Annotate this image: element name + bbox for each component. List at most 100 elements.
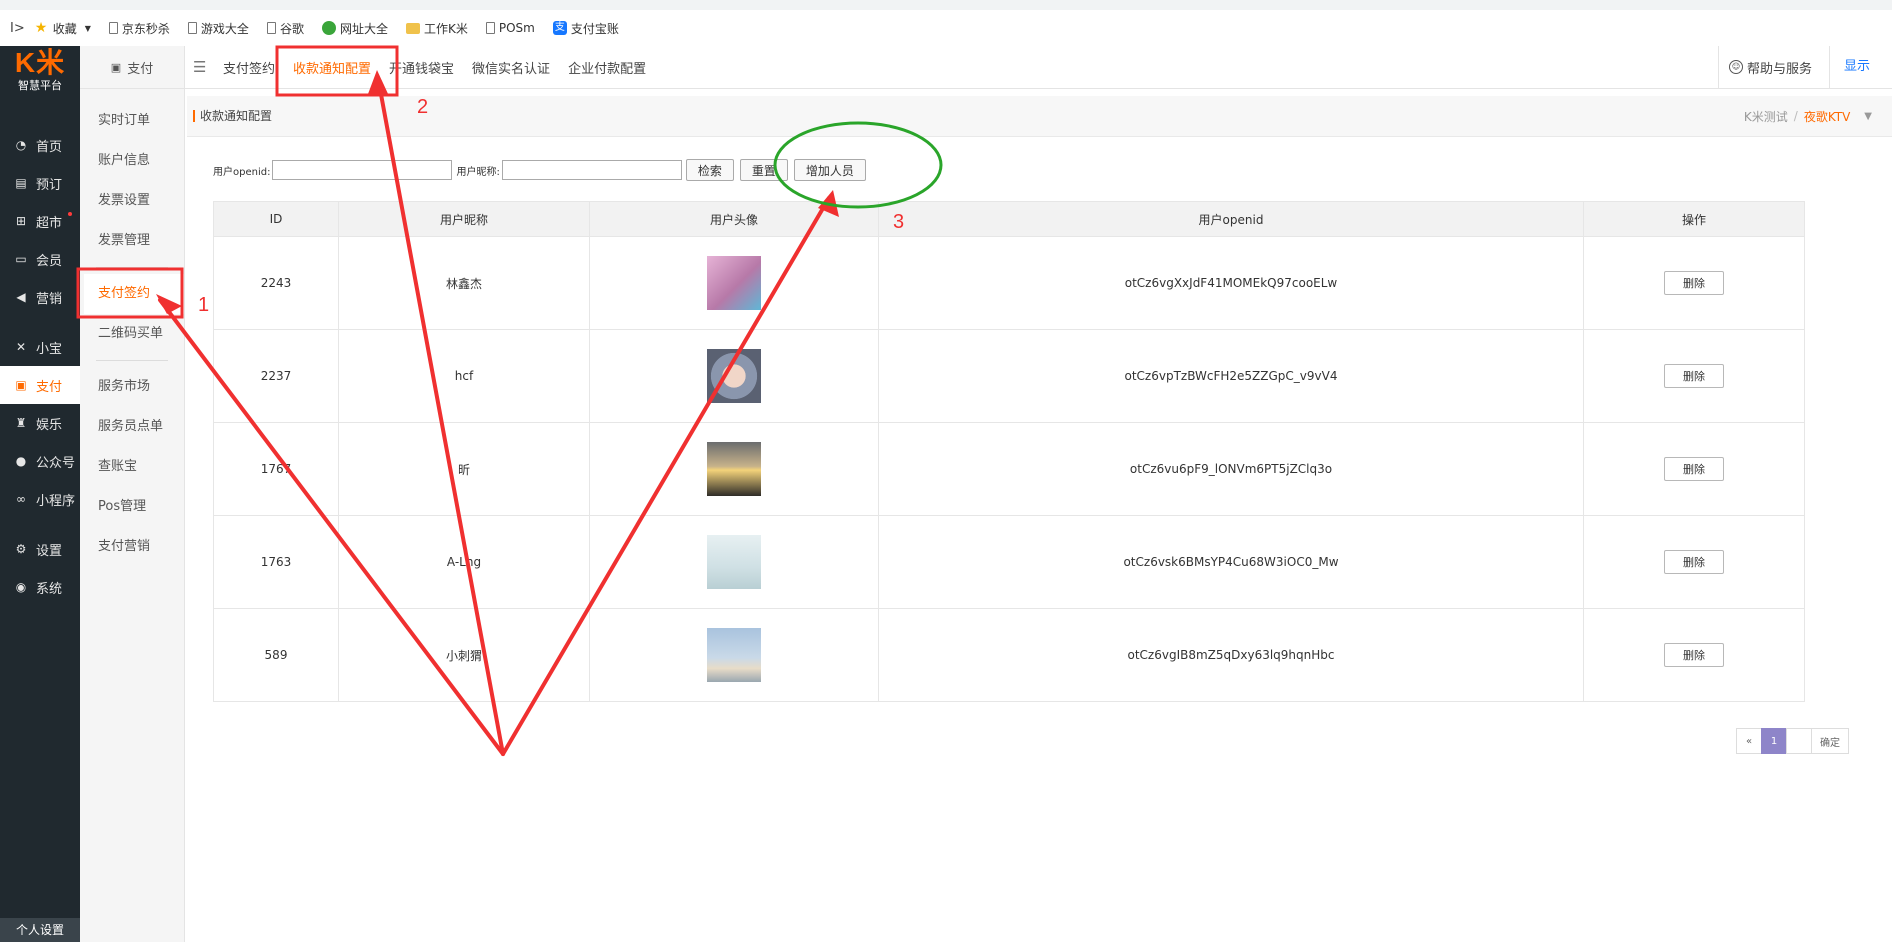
nav-item-entertainment[interactable]: ♜ 娱乐 [0, 404, 80, 442]
xiaobao-icon: ✕ [15, 340, 27, 354]
col-id: ID [213, 201, 339, 237]
wechat-icon: ● [15, 454, 27, 468]
reset-button[interactable]: 重置 [739, 159, 788, 181]
subnav-header: ▣ 支付 [80, 46, 184, 89]
tab-enterprise-pay[interactable]: 企业付款配置 [568, 58, 646, 77]
subnav-item-invoice-manage[interactable]: 发票管理 [80, 221, 184, 261]
table-row: 1763 A-Lng otCz6vsk6BMsYP4Cu68W3iOC0_Mw … [213, 515, 1805, 609]
sidebar-toggle-icon[interactable]: I> [10, 21, 25, 36]
reserve-icon: ▤ [15, 176, 27, 190]
page-1-button[interactable]: 1 [1761, 728, 1787, 754]
delete-button[interactable]: 删除 [1664, 550, 1724, 574]
folder-icon [405, 22, 420, 34]
col-action: 操作 [1583, 201, 1805, 237]
bookmark-jd[interactable]: 京东秒杀 [108, 20, 170, 37]
nickname-input[interactable] [501, 160, 682, 180]
delete-button[interactable]: 删除 [1664, 457, 1724, 481]
tab-pay-sign[interactable]: 支付签约 [223, 58, 275, 77]
table-row: 2237 hcf otCz6vpTzBWcFH2e5ZZGpC_v9vV4 删除 [213, 329, 1805, 423]
avatar [707, 349, 761, 403]
page-input[interactable] [1786, 728, 1812, 754]
subnav-item-qrcode-pay[interactable]: 二维码买单 [80, 314, 184, 354]
menu-icon[interactable]: ☰ [193, 58, 209, 76]
bookmark-favorites[interactable]: ★ 收藏 ▼ [35, 20, 91, 37]
avatar [707, 628, 761, 682]
star-icon: ★ [34, 20, 48, 36]
bookmark-games[interactable]: 游戏大全 [187, 20, 249, 37]
miniprogram-icon: ∞ [16, 492, 26, 506]
nav-item-marketing[interactable]: ◀ 营销 [0, 278, 80, 316]
subnav-item-service-market[interactable]: 服务市场 [80, 367, 184, 407]
search-button[interactable]: 检索 [685, 159, 734, 181]
nav-item-reserve[interactable]: ▤ 预订 [0, 164, 80, 202]
bookmark-work[interactable]: 工作K米 [405, 20, 468, 37]
subnav-item-account-info[interactable]: 账户信息 [80, 141, 184, 181]
bookmark-pos[interactable]: POSm [485, 21, 535, 35]
prev-page-button[interactable]: « [1736, 728, 1762, 754]
bookmarks-bar: I> ★ 收藏 ▼ 京东秒杀 游戏大全 谷歌 网址大全 工作K米 POSm 支支付宝… [0, 10, 1892, 47]
add-member-button[interactable]: 增加人员 [793, 159, 866, 181]
subnav-item-pay-sign[interactable]: 支付签约 [84, 274, 184, 314]
chevron-down-icon[interactable]: ▼ [1864, 111, 1872, 122]
nav-item-system[interactable]: ◉ 系统 [0, 568, 80, 606]
tab-payment-notify[interactable]: 收款通知配置 [293, 58, 371, 77]
page-titlebar: 收款通知配置 K米测试 / 夜歌KTV ▼ [187, 96, 1892, 137]
avatar [707, 442, 761, 496]
page-icon [108, 22, 118, 34]
system-icon: ◉ [15, 580, 27, 594]
nav-item-wechat[interactable]: ● 公众号 [0, 442, 80, 480]
breadcrumb: K米测试 / 夜歌KTV ▼ [1743, 108, 1872, 125]
bookmark-alipay[interactable]: 支支付宝账 [552, 20, 619, 37]
col-nickname: 用户昵称 [338, 201, 590, 237]
entertainment-icon: ♜ [15, 416, 27, 430]
breadcrumb-store[interactable]: 夜歌KTV [1804, 108, 1850, 125]
settings-icon: ⚙ [15, 542, 27, 556]
card-icon: ▭ [15, 252, 27, 266]
page-icon [266, 22, 276, 34]
members-table: ID 用户昵称 用户头像 用户openid 操作 2243 林鑫杰 otCz6v… [213, 201, 1805, 702]
help-icon: ☺ [1728, 60, 1743, 74]
logo[interactable]: K米 智慧平台 [0, 46, 80, 106]
nav-item-home[interactable]: ◔ 首页 [0, 126, 80, 164]
pagination: « 1 确定 [1736, 728, 1849, 754]
main-nav: K米 智慧平台 ◔ 首页 ▤ 预订 ⊞ 超市 ▭ 会员 ◀ 营销 ✕ 小宝 ▣ 支付 ♜ 娱乐 … [0, 46, 80, 942]
go-button[interactable]: 确定 [1811, 728, 1849, 754]
nav-item-market[interactable]: ⊞ 超市 [0, 202, 80, 240]
top-tabs: ☰ 支付签约 收款通知配置 开通钱袋宝 微信实名认证 企业付款配置 ☺ 帮助与服务… [185, 46, 1892, 89]
subnav-item-pos-manage[interactable]: Pos管理 [80, 487, 184, 527]
globe-icon [321, 21, 336, 35]
sub-nav: ▣ 支付 实时订单 账户信息 发票设置 发票管理 支付签约 二维码买单 服务市场 … [80, 46, 185, 942]
search-form: 用户openid: 用户昵称: 检索 重置 增加人员 [213, 159, 872, 181]
notification-dot [68, 212, 72, 216]
subnav-item-invoice-settings[interactable]: 发票设置 [80, 181, 184, 221]
bookmark-google[interactable]: 谷歌 [266, 20, 304, 37]
pay-icon: ▣ [110, 60, 122, 74]
nav-item-xiaobao[interactable]: ✕ 小宝 [0, 328, 80, 366]
show-link[interactable]: 显示 [1829, 46, 1892, 88]
dropdown-icon[interactable]: ▼ [85, 24, 91, 33]
basket-icon: ⊞ [15, 214, 27, 228]
subnav-item-audit[interactable]: 查账宝 [80, 447, 184, 487]
dashboard-icon: ◔ [15, 138, 27, 152]
page-title: 收款通知配置 [193, 110, 272, 122]
breadcrumb-company[interactable]: K米测试 [1744, 108, 1788, 125]
subnav-item-waiter-order[interactable]: 服务员点单 [80, 407, 184, 447]
help-service[interactable]: ☺ 帮助与服务 [1717, 46, 1812, 88]
tab-wallet[interactable]: 开通钱袋宝 [389, 58, 454, 77]
tab-wechat-verify[interactable]: 微信实名认证 [472, 58, 550, 77]
table-row: 1767 昕 otCz6vu6pF9_lONVm6PT5jZClq3o 删除 [213, 422, 1805, 516]
avatar [707, 256, 761, 310]
delete-button[interactable]: 删除 [1664, 643, 1724, 667]
nav-item-miniprogram[interactable]: ∞ 小程序 [0, 480, 80, 518]
personal-settings[interactable]: 个人设置 [0, 918, 80, 942]
nav-item-pay[interactable]: ▣ 支付 [0, 366, 80, 404]
openid-input[interactable] [272, 160, 453, 180]
page-icon [485, 22, 495, 34]
bookmark-sites[interactable]: 网址大全 [321, 20, 388, 37]
nav-item-member[interactable]: ▭ 会员 [0, 240, 80, 278]
subnav-item-pay-marketing[interactable]: 支付营销 [80, 527, 184, 567]
nav-item-settings[interactable]: ⚙ 设置 [0, 530, 80, 568]
delete-button[interactable]: 删除 [1664, 364, 1724, 388]
subnav-item-realtime-orders[interactable]: 实时订单 [80, 101, 184, 141]
delete-button[interactable]: 删除 [1664, 271, 1724, 295]
